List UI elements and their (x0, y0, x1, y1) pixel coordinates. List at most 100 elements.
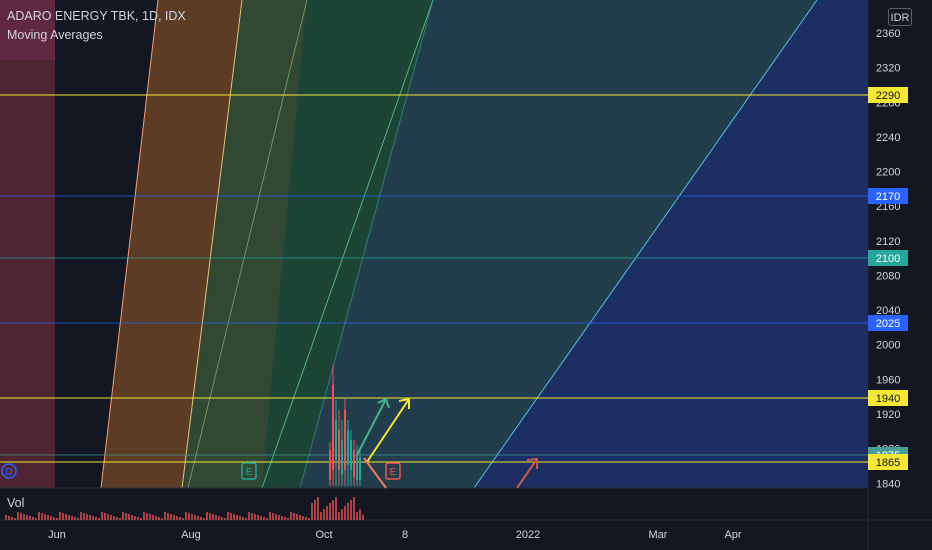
marker-letter: E (390, 467, 397, 478)
volume-bar (17, 512, 19, 520)
volume-bar (227, 512, 229, 520)
candle-body (347, 430, 349, 465)
volume-bar (92, 516, 94, 520)
volume-bar (248, 512, 250, 520)
volume-bar (347, 503, 349, 520)
volume-bar (107, 514, 109, 520)
volume-bar (83, 513, 85, 520)
volume-bar (188, 513, 190, 520)
volume-bar (80, 512, 82, 520)
price-tick: 1840 (876, 478, 900, 490)
symbol-title[interactable]: ADARO ENERGY TBK, 1D, IDX (7, 9, 186, 23)
time-tick: Mar (649, 529, 668, 541)
volume-bar (125, 513, 127, 520)
volume-bar (356, 512, 358, 520)
volume-bar (149, 514, 151, 520)
volume-bar (143, 512, 145, 520)
volume-bar (11, 517, 13, 520)
candle-body (335, 420, 337, 460)
chart-canvas[interactable]: DEE 236023202280224022002160212020802040… (0, 0, 932, 550)
volume-bar (266, 518, 268, 520)
volume-bar (218, 516, 220, 520)
volume-bar (221, 517, 223, 520)
volume-bar (41, 513, 43, 520)
volume-bar (95, 517, 97, 520)
volume-bar (290, 512, 292, 520)
marker-letter: E (246, 467, 253, 478)
candle-body (332, 385, 334, 470)
volume-bar (215, 515, 217, 520)
volume-bar (245, 518, 247, 520)
volume-bar (140, 518, 142, 520)
volume-bar (317, 497, 319, 520)
volume-bar (284, 517, 286, 520)
volume-bar (167, 513, 169, 520)
volume-bar (5, 515, 7, 520)
volume-bar (137, 517, 139, 520)
volume-bar (128, 514, 130, 520)
volume-bar (50, 516, 52, 520)
fan-zone-red (0, 0, 55, 488)
candle-body (350, 440, 352, 470)
volume-bar (104, 513, 106, 520)
volume-bar (275, 514, 277, 520)
volume-bar (152, 515, 154, 520)
volume-bar (23, 514, 25, 520)
volume-bar (116, 517, 118, 520)
volume-bar (254, 514, 256, 520)
marker-letter: D (5, 467, 12, 478)
price-tick: 2360 (876, 28, 900, 40)
volume-bar (197, 516, 199, 520)
volume-bar (263, 517, 265, 520)
volume-bar (173, 515, 175, 520)
volume-bar (86, 514, 88, 520)
candle-body (356, 455, 358, 480)
volume-bar (260, 516, 262, 520)
volume-bar (257, 515, 259, 520)
price-tick: 1960 (876, 374, 900, 386)
volume-bar (47, 515, 49, 520)
candle-body (338, 430, 340, 470)
volume-bar (74, 517, 76, 520)
currency-badge[interactable]: IDR (888, 8, 912, 26)
indicator-label[interactable]: Moving Averages (7, 28, 103, 42)
volume-bar (338, 512, 340, 520)
volume-bar (101, 512, 103, 520)
volume-bar (311, 503, 313, 520)
volume-bar (176, 516, 178, 520)
candle-body (329, 450, 331, 480)
volume-bar (179, 517, 181, 520)
volume-bar (164, 512, 166, 520)
volume-bar (131, 515, 133, 520)
volume-bar (59, 512, 61, 520)
candle-body (344, 410, 346, 470)
volume-bar (56, 518, 58, 520)
volume-bar (32, 517, 34, 520)
time-tick: Oct (315, 529, 332, 541)
volume-bar (332, 500, 334, 520)
volume-bar (203, 518, 205, 520)
price-level-label: 2100 (876, 253, 900, 265)
volume-bar (71, 516, 73, 520)
volume-bar (20, 513, 22, 520)
volume-bar (281, 516, 283, 520)
price-tick: 2320 (876, 63, 900, 75)
volume-bar (350, 500, 352, 520)
volume-bar (122, 512, 124, 520)
volume-bar (146, 513, 148, 520)
price-level-label: 2290 (876, 90, 900, 102)
volume-bar (209, 513, 211, 520)
volume-label: Vol (7, 496, 25, 510)
volume-bar (206, 512, 208, 520)
volume-bar (185, 512, 187, 520)
volume-bar (251, 513, 253, 520)
volume-bar (8, 516, 10, 520)
volume-bar (170, 514, 172, 520)
price-level-label: 2025 (876, 318, 900, 330)
volume-bar (161, 518, 163, 520)
price-tick: 2000 (876, 340, 900, 352)
volume-bar (320, 512, 322, 520)
price-level-label: 1940 (876, 393, 900, 405)
volume-bar (38, 512, 40, 520)
volume-bar (299, 515, 301, 520)
